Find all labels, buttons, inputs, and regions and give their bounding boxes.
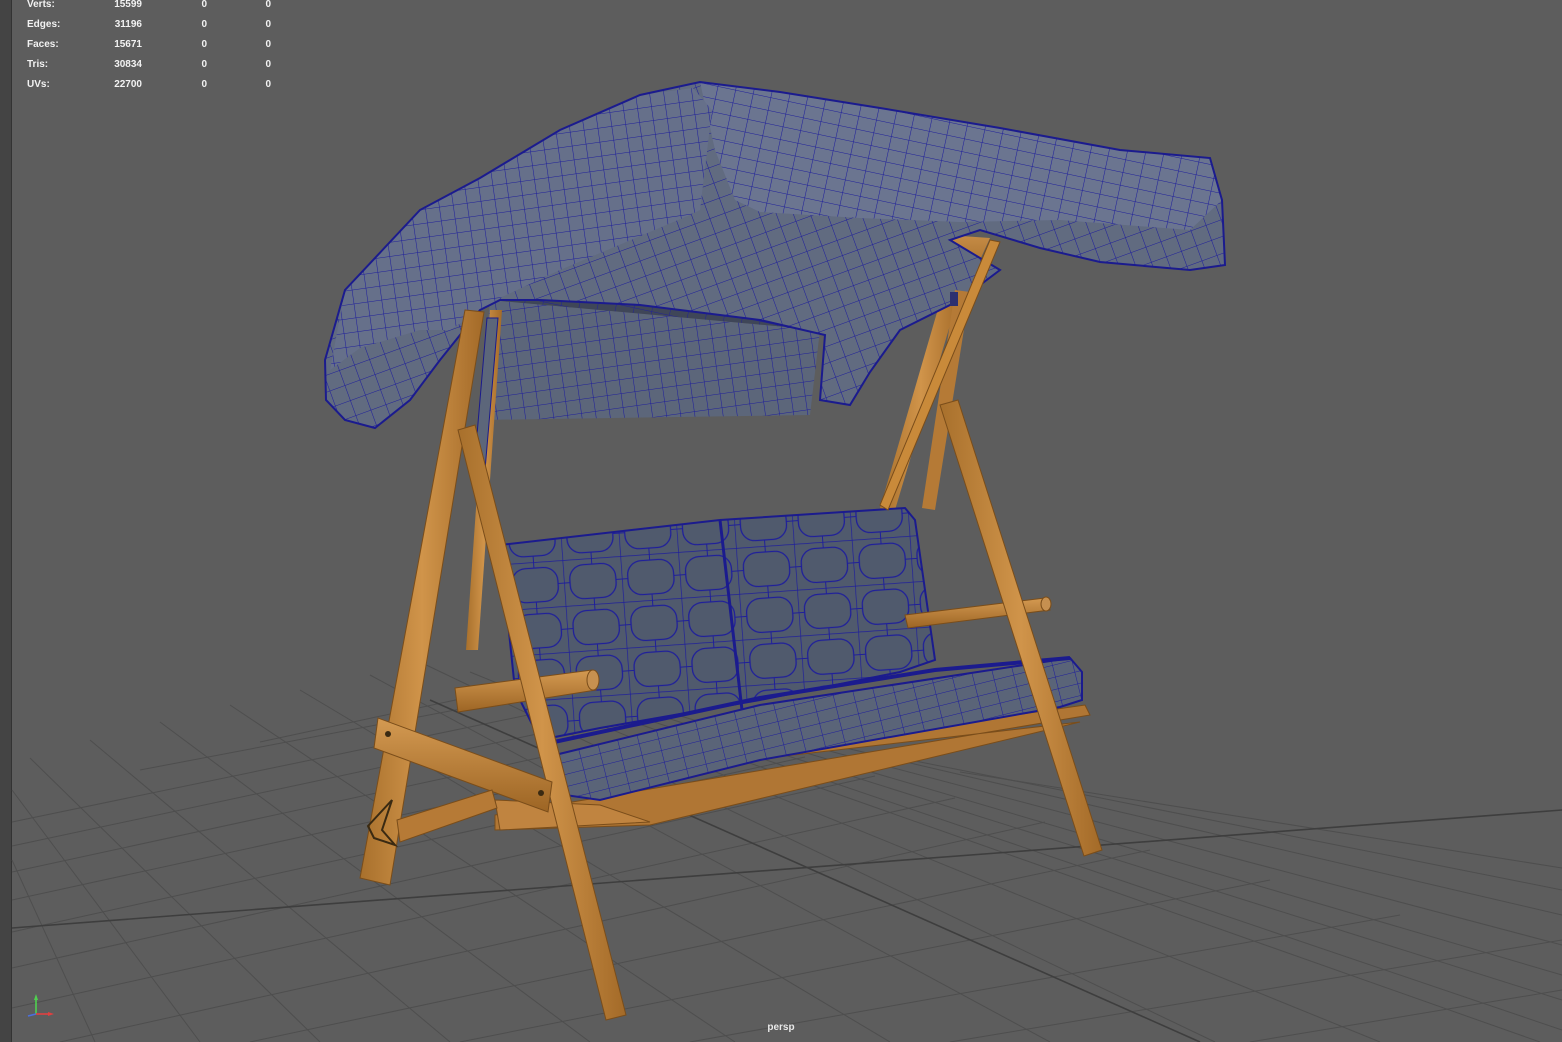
hud-value-total: 15671 <box>114 39 142 50</box>
hud-value-selected: 0 <box>201 79 207 90</box>
hud-label: Tris: <box>27 59 49 70</box>
hud-label: Edges: <box>27 19 61 30</box>
hud-label: Verts: <box>27 0 55 10</box>
hud-value-selected: 0 <box>201 0 207 10</box>
hud-value-triangles: 0 <box>265 39 271 50</box>
hud-row-edges: Edges: 31196 0 0 <box>27 15 287 35</box>
hud-value-total: 31196 <box>114 19 142 30</box>
axis-x-icon <box>36 1012 54 1016</box>
hud-row-faces: Faces: 15671 0 0 <box>27 35 287 55</box>
hud-row-verts: Verts: 15599 0 0 <box>27 0 287 15</box>
axis-gizmo <box>27 994 54 1017</box>
axis-y-icon <box>34 994 38 1014</box>
hud-label: UVs: <box>27 79 50 90</box>
hud-value-selected: 0 <box>201 59 207 70</box>
hud-value-total: 15599 <box>114 0 142 10</box>
hud-value-triangles: 0 <box>265 59 271 70</box>
poly-count-hud: Verts: 15599 0 0 Edges: 31196 0 0 Faces:… <box>27 0 287 95</box>
camera-label: persp <box>767 1022 795 1033</box>
hud-value-selected: 0 <box>201 39 207 50</box>
hud-value-total: 22700 <box>114 79 142 90</box>
hud-value-triangles: 0 <box>265 79 271 90</box>
axis-z-icon <box>27 1013 37 1017</box>
hud-row-uvs: UVs: 22700 0 0 <box>27 75 287 95</box>
hud-value-triangles: 0 <box>265 0 271 10</box>
hud-value-triangles: 0 <box>265 19 271 30</box>
scene-view[interactable] <box>0 0 1562 1042</box>
hud-value-total: 30834 <box>114 59 142 70</box>
hud-label: Faces: <box>27 39 59 50</box>
hud-row-tris: Tris: 30834 0 0 <box>27 55 287 75</box>
frame-bracket <box>950 292 958 306</box>
hud-value-selected: 0 <box>201 19 207 30</box>
viewport-persp[interactable]: Verts: 15599 0 0 Edges: 31196 0 0 Faces:… <box>0 0 1562 1042</box>
